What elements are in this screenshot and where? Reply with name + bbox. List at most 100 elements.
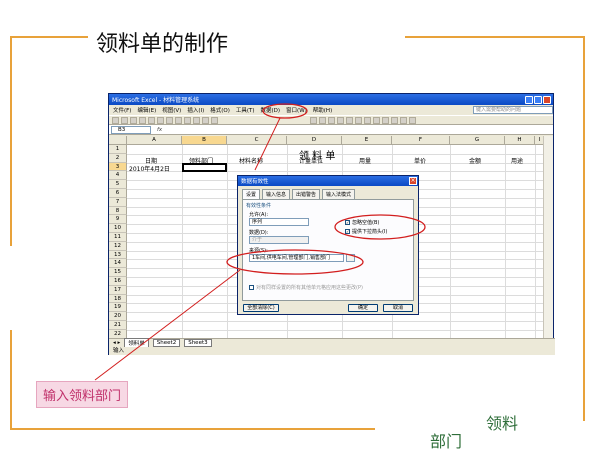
row-header[interactable]: 15 [109,268,127,277]
source-input[interactable]: 1车间,供电车间,管理部门,销售部门 [249,254,344,262]
cut-icon[interactable] [148,116,155,124]
tab-sheet-2[interactable]: Sheet2 [152,339,181,347]
col-header-f[interactable]: F [392,136,450,145]
col-header-a[interactable]: A [127,136,182,145]
row-header[interactable]: 8 [109,206,127,216]
font-color-icon[interactable] [409,116,416,124]
underline-icon[interactable] [328,116,335,124]
header-price[interactable]: 单价 [414,156,426,165]
data-validation-dialog: 数据有效性 × 设置 输入信息 出错警告 输入法模式 有效性条件 允许(A): … [237,175,419,315]
row-header[interactable]: 3 [109,162,127,172]
row-header[interactable]: 1 [109,145,127,154]
undo-icon[interactable] [175,116,182,124]
align-right-icon[interactable] [355,116,362,124]
row-header[interactable]: 18 [109,294,127,304]
tab-settings[interactable]: 设置 [242,189,261,199]
tab-error-alert[interactable]: 出错警告 [292,189,321,199]
header-purpose[interactable]: 用途 [511,156,523,165]
ok-button[interactable]: 确定 [348,304,378,312]
sort-icon[interactable] [202,116,209,124]
cancel-button[interactable]: 取消 [383,304,413,312]
row-header[interactable]: 10 [109,224,127,233]
row-header[interactable]: 11 [109,233,127,242]
new-icon[interactable] [112,116,119,124]
copy-icon[interactable] [157,116,164,124]
row-header[interactable]: 17 [109,285,127,295]
menu-tools[interactable]: 工具(T) [236,106,255,114]
help-search-input[interactable]: 键入需要帮助的问题 [473,106,553,114]
menu-format[interactable]: 格式(O) [210,106,230,114]
merge-icon[interactable] [364,116,371,124]
cell-a3[interactable]: 2010年4月2日 [129,164,170,173]
tab-nav-icon[interactable]: ◂ ▸ [113,340,120,346]
redo-icon[interactable] [184,116,191,124]
header-unit[interactable]: 计量单位 [299,156,323,165]
allow-select[interactable]: 序列 [249,218,309,226]
paste-icon[interactable] [166,116,173,124]
row-header[interactable]: 2 [109,153,127,163]
header-amount[interactable]: 金额 [469,156,481,165]
menu-help[interactable]: 帮助(H) [313,106,332,114]
col-header-c[interactable]: C [227,136,287,145]
align-center-icon[interactable] [346,116,353,124]
print-icon[interactable] [139,116,146,124]
maximize-icon[interactable] [534,95,542,104]
italic-icon[interactable] [319,116,326,124]
align-left-icon[interactable] [337,116,344,124]
close-icon[interactable] [543,95,551,104]
tab-sheet-3[interactable]: Sheet3 [184,339,212,347]
row-header[interactable]: 6 [109,189,127,198]
chart-icon[interactable] [211,116,218,124]
row-header[interactable]: 7 [109,197,127,207]
range-select-icon[interactable] [346,254,355,262]
row-header[interactable]: 5 [109,180,127,189]
dialog-close-icon[interactable]: × [409,177,417,185]
row-header[interactable]: 12 [109,241,127,251]
col-header-d[interactable]: D [287,136,342,145]
vertical-scrollbar[interactable] [543,136,553,338]
ignore-blank-checkbox[interactable]: ✓ 忽略空值(B) [345,219,379,226]
data-select[interactable]: 介于 [249,236,309,244]
menu-view[interactable]: 视图(V) [162,106,181,114]
border-icon[interactable] [391,116,398,124]
active-cell-b3[interactable] [182,163,227,172]
menu-data[interactable]: 数据(D) [261,106,281,114]
menu-edit[interactable]: 编辑(E) [137,106,156,114]
minimize-icon[interactable] [525,95,533,104]
corner-header[interactable] [109,136,127,145]
open-icon[interactable] [121,116,128,124]
dropdown-checkbox[interactable]: ✓ 提供下拉箭头(I) [345,228,387,235]
apply-all-checkbox[interactable]: 对有同样设置的所有其他单元格应用这些更改(P) [249,284,363,291]
save-icon[interactable] [130,116,137,124]
row-header[interactable]: 13 [109,250,127,260]
currency-icon[interactable] [373,116,380,124]
row-header[interactable]: 21 [109,321,127,330]
tab-input-message[interactable]: 输入信息 [262,189,291,199]
col-header-b[interactable]: B [182,136,227,145]
sum-icon[interactable] [193,116,200,124]
menu-window[interactable]: 窗口(W) [286,106,307,114]
col-header-h[interactable]: H [505,136,535,145]
formula-bar: B3 fx [109,125,553,135]
row-header[interactable]: 20 [109,312,127,321]
col-header-g[interactable]: G [450,136,505,145]
header-qty[interactable]: 用量 [359,156,371,165]
percent-icon[interactable] [382,116,389,124]
check-icon: ✓ [345,220,350,225]
clear-all-button[interactable]: 全部清除(C) [243,304,279,312]
header-material[interactable]: 材料名称 [239,156,263,165]
row-header[interactable]: 22 [109,329,127,338]
row-header[interactable]: 16 [109,277,127,286]
row-header[interactable]: 9 [109,215,127,225]
name-box[interactable]: B3 [111,125,151,134]
bold-icon[interactable] [310,116,317,124]
row-header[interactable]: 4 [109,171,127,181]
tab-ime-mode[interactable]: 输入法模式 [322,189,356,199]
fx-icon[interactable]: fx [157,127,162,133]
row-header[interactable]: 19 [109,303,127,313]
row-header[interactable]: 14 [109,259,127,269]
menu-file[interactable]: 文件(F) [113,106,131,114]
fill-color-icon[interactable] [400,116,407,124]
menu-insert[interactable]: 插入(I) [187,106,204,114]
col-header-e[interactable]: E [342,136,392,145]
